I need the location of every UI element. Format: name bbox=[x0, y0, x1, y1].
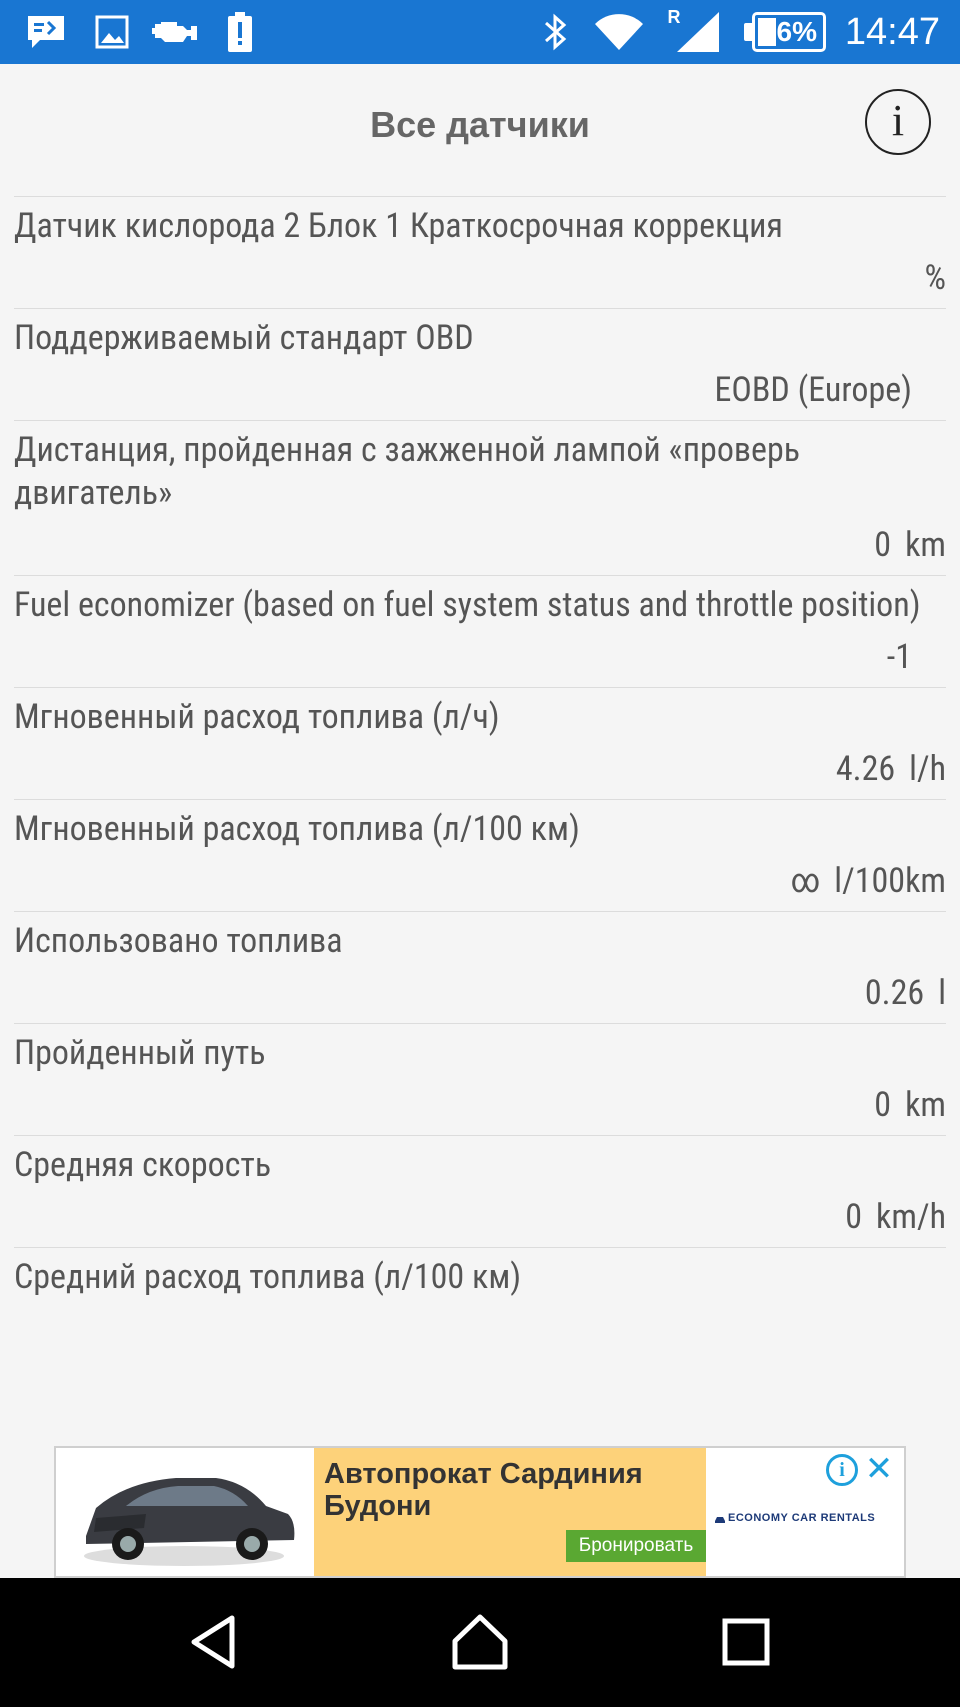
battery-alert-icon bbox=[226, 10, 254, 54]
sensor-value: 0 bbox=[874, 1085, 892, 1125]
sensor-list[interactable]: Датчик кислорода 2 Блок 1 Краткосрочная … bbox=[14, 196, 946, 1430]
brand-name: ECONOMY CAR RENTALS bbox=[728, 1512, 876, 1524]
recents-icon[interactable] bbox=[706, 1602, 786, 1682]
sensor-value-row: 0.26 l bbox=[14, 963, 946, 1023]
sensor-unit: % bbox=[924, 258, 946, 298]
clock: 14:47 bbox=[844, 11, 940, 53]
sensor-label: Использовано топлива bbox=[14, 921, 343, 961]
sensor-row[interactable]: Использовано топлива 0.26 l bbox=[14, 911, 946, 1023]
sensor-unit: l/100km bbox=[834, 861, 946, 901]
image-icon bbox=[92, 10, 132, 54]
sensor-label: Поддерживаемый стандарт OBD bbox=[14, 318, 474, 358]
cell-signal-icon bbox=[676, 10, 720, 54]
sensor-value-row: 0 km bbox=[14, 515, 946, 575]
sensor-row[interactable]: Дистанция, пройденная с зажженной лампой… bbox=[14, 420, 946, 575]
back-icon[interactable] bbox=[174, 1602, 254, 1682]
sensor-value-row: EOBD (Europe) bbox=[14, 360, 946, 420]
sensor-value: -1 bbox=[886, 637, 912, 677]
ad-banner[interactable]: Автопрокат Сардиния Будони Бронировать E… bbox=[54, 1446, 906, 1578]
sensor-row[interactable]: Мгновенный расход топлива (л/100 км) ∞ l/1… bbox=[14, 799, 946, 911]
sensor-label: Мгновенный расход топлива (л/100 км) bbox=[14, 809, 580, 849]
sensor-label: Пройденный путь bbox=[14, 1033, 266, 1073]
sensor-value-row bbox=[14, 1299, 946, 1359]
sensor-label: Средняя скорость bbox=[14, 1145, 272, 1185]
sensor-unit: km bbox=[905, 525, 946, 565]
wifi-icon bbox=[592, 10, 646, 54]
sensor-unit: l bbox=[938, 973, 946, 1013]
message-icon bbox=[26, 10, 66, 54]
sensor-label: Средний расход топлива (л/100 км) bbox=[14, 1257, 522, 1297]
sensor-row[interactable]: Мгновенный расход топлива (л/ч) 4.26 l/h bbox=[14, 687, 946, 799]
engine-icon bbox=[150, 10, 200, 54]
sensor-value: 0 bbox=[874, 525, 892, 565]
sensor-value-row: % bbox=[14, 248, 946, 308]
book-button[interactable]: Бронировать bbox=[566, 1530, 706, 1562]
sensor-unit: l/h bbox=[909, 749, 946, 789]
sensor-value: EOBD (Europe) bbox=[714, 370, 912, 410]
ad-info-icon[interactable]: i bbox=[826, 1454, 858, 1486]
sensor-value-row: 0 km bbox=[14, 1075, 946, 1135]
ad-title[interactable]: Автопрокат Сардиния Будони bbox=[324, 1458, 684, 1522]
sensor-row[interactable]: Датчик кислорода 2 Блок 1 Краткосрочная … bbox=[14, 196, 946, 308]
sensor-value: 0 bbox=[845, 1197, 863, 1237]
sensor-row[interactable]: Средний расход топлива (л/100 км) bbox=[14, 1247, 946, 1359]
sensor-value-row: 4.26 l/h bbox=[14, 739, 946, 799]
sensor-row[interactable]: Поддерживаемый стандарт OBD EOBD (Europe) bbox=[14, 308, 946, 420]
sensor-unit: km/h bbox=[876, 1197, 946, 1237]
sensor-row[interactable]: Средняя скорость 0 km/h bbox=[14, 1135, 946, 1247]
sensor-label: Мгновенный расход топлива (л/ч) bbox=[14, 697, 500, 737]
car-image[interactable] bbox=[56, 1448, 314, 1576]
battery-percent: 26% bbox=[760, 16, 818, 47]
sensor-row[interactable]: Fuel economizer (based on fuel system st… bbox=[14, 575, 946, 687]
page-title: Все датчики bbox=[370, 104, 590, 145]
sensor-value-row: -1 bbox=[14, 627, 946, 687]
sensor-value-row: ∞ l/100km bbox=[14, 851, 946, 911]
status-bar: R 26% 14:47 bbox=[0, 0, 960, 64]
sensor-value: 4.26 bbox=[835, 749, 896, 789]
sensor-value: ∞ bbox=[790, 861, 821, 901]
ad-body[interactable]: Автопрокат Сардиния Будони Бронировать bbox=[314, 1448, 706, 1576]
battery-icon: 26% bbox=[752, 12, 826, 52]
info-button[interactable]: i bbox=[865, 89, 931, 155]
sensor-row[interactable]: Пройденный путь 0 km bbox=[14, 1023, 946, 1135]
bluetooth-icon bbox=[540, 10, 572, 54]
battery-nub bbox=[744, 23, 752, 41]
navigation-bar bbox=[0, 1578, 960, 1707]
sensor-label: Дистанция, пройденная с зажженной лампой… bbox=[14, 430, 800, 513]
home-icon[interactable] bbox=[440, 1602, 520, 1682]
sensor-unit: km bbox=[905, 1085, 946, 1125]
sensor-value-row: 0 km/h bbox=[14, 1187, 946, 1247]
app-header: Все датчики i bbox=[0, 64, 960, 196]
sensor-value: 0.26 bbox=[864, 973, 925, 1013]
sensor-label: Датчик кислорода 2 Блок 1 Краткосрочная … bbox=[14, 206, 783, 246]
ad-close-icon[interactable]: ✕ bbox=[862, 1452, 896, 1486]
car-logo-icon bbox=[714, 1510, 726, 1529]
sensor-label: Fuel economizer (based on fuel system st… bbox=[14, 585, 921, 625]
